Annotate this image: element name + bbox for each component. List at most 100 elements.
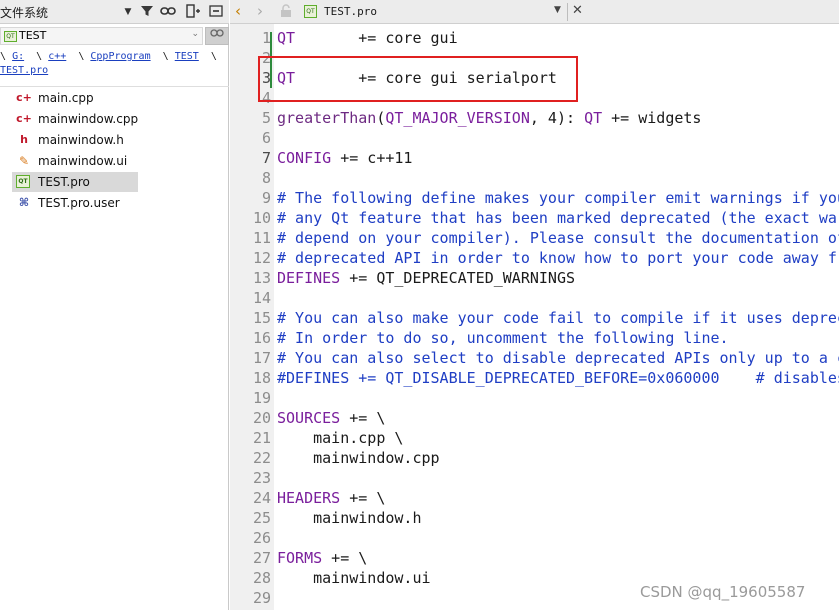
code-line[interactable]: #DEFINES += QT_DISABLE_DEPRECATED_BEFORE… bbox=[277, 369, 839, 387]
code-line[interactable]: SOURCES += \ bbox=[277, 409, 385, 427]
code-text: += \ bbox=[322, 549, 368, 567]
code-text: , 4): bbox=[529, 109, 585, 127]
directory-combo[interactable]: QT TEST ⌄ bbox=[0, 27, 203, 45]
file-system-toolbar: 文件系统 ▼ bbox=[0, 0, 229, 24]
breadcrumb-folder-test[interactable]: TEST bbox=[175, 51, 199, 62]
code-line[interactable]: # any Qt feature that has been marked de… bbox=[277, 209, 839, 227]
breadcrumb-separator: \ bbox=[162, 51, 169, 62]
line-number: 25 bbox=[252, 509, 271, 527]
line-number: 19 bbox=[252, 389, 271, 407]
file-item-label: mainwindow.h bbox=[38, 133, 124, 147]
code-line[interactable]: mainwindow.h bbox=[277, 509, 422, 527]
code-line[interactable]: # In order to do so, uncomment the follo… bbox=[277, 329, 729, 347]
line-number: 10 bbox=[252, 209, 271, 227]
code-text: += QT_DEPRECATED_WARNINGS bbox=[340, 269, 576, 287]
header-file-icon: h bbox=[20, 133, 28, 146]
code-line[interactable]: FORMS += \ bbox=[277, 549, 367, 567]
code-line[interactable]: # You can also select to disable depreca… bbox=[277, 349, 839, 367]
file-item-test-pro[interactable]: QT TEST.pro bbox=[12, 172, 138, 192]
line-number: 12 bbox=[252, 249, 271, 267]
editor-toolbar: ‹ › QT TEST.pro ▼ ✕ bbox=[230, 0, 839, 24]
breadcrumb-folder-cppprogram[interactable]: CppProgram bbox=[90, 51, 150, 62]
code-line[interactable]: # The following define makes your compil… bbox=[277, 189, 839, 207]
file-item-mainwindow-cpp[interactable]: c+ mainwindow.cpp bbox=[12, 109, 138, 129]
code-text: mainwindow.h bbox=[277, 509, 422, 527]
line-number: 11 bbox=[252, 229, 271, 247]
user-file-icon: ⌘ bbox=[18, 196, 30, 209]
line-number: 15 bbox=[252, 309, 271, 327]
line-number: 7 bbox=[261, 149, 271, 167]
panel-dropdown-icon[interactable]: ▼ bbox=[120, 4, 136, 20]
code-line[interactable]: mainwindow.ui bbox=[277, 569, 431, 587]
line-number: 20 bbox=[252, 409, 271, 427]
line-number: 17 bbox=[252, 349, 271, 367]
code-text: mainwindow.cpp bbox=[277, 449, 440, 467]
forward-arrow-icon[interactable]: › bbox=[257, 2, 273, 20]
code-text: += \ bbox=[340, 489, 386, 507]
breadcrumb-folder-cpp[interactable]: c++ bbox=[48, 51, 66, 62]
qt-project-file-icon: QT bbox=[304, 5, 317, 18]
breadcrumb-separator: \ bbox=[78, 51, 85, 62]
line-number: 26 bbox=[252, 529, 271, 547]
file-item-test-pro-user[interactable]: ⌘ TEST.pro.user bbox=[12, 193, 138, 213]
code-line[interactable]: QT += core gui bbox=[277, 29, 458, 47]
code-token: QT bbox=[584, 109, 603, 127]
code-area[interactable]: QT += core gui QT += core gui serialport g… bbox=[274, 24, 839, 610]
filter-icon[interactable] bbox=[139, 4, 155, 20]
code-text: += \ bbox=[340, 409, 386, 427]
code-token: CONFIG bbox=[277, 149, 332, 167]
file-item-label: TEST.pro bbox=[38, 175, 90, 189]
file-item-main-cpp[interactable]: c+ main.cpp bbox=[12, 88, 138, 108]
line-number: 9 bbox=[261, 189, 271, 207]
breadcrumb-drive[interactable]: G: bbox=[12, 51, 24, 62]
back-arrow-icon[interactable]: ‹ bbox=[235, 2, 251, 20]
file-item-mainwindow-h[interactable]: h mainwindow.h bbox=[12, 130, 138, 150]
panel-title: 文件系统 bbox=[0, 6, 49, 20]
link-icon[interactable] bbox=[160, 4, 176, 20]
line-number: 18 bbox=[252, 369, 271, 387]
breadcrumb-file[interactable]: TEST.pro bbox=[0, 65, 48, 76]
code-comment: # The following define makes your compil… bbox=[277, 189, 839, 207]
code-line[interactable]: # depend on your compiler). Please consu… bbox=[277, 229, 839, 247]
close-panel-icon[interactable] bbox=[208, 4, 224, 20]
line-number: 14 bbox=[252, 289, 271, 307]
chevron-down-icon[interactable]: ▼ bbox=[554, 5, 561, 15]
code-line[interactable]: CONFIG += c++11 bbox=[277, 149, 412, 167]
file-item-label: main.cpp bbox=[38, 91, 94, 105]
cpp-file-icon: c+ bbox=[16, 112, 32, 125]
code-line[interactable]: main.cpp \ bbox=[277, 429, 403, 447]
code-text: mainwindow.ui bbox=[277, 569, 431, 587]
ui-file-icon: ✎ bbox=[18, 154, 30, 168]
breadcrumb-separator: \ bbox=[210, 51, 217, 62]
tab-document[interactable]: QT TEST.pro ▼ ✕ bbox=[296, 0, 583, 24]
line-number: 28 bbox=[252, 569, 271, 587]
code-token: DEFINES bbox=[277, 269, 341, 287]
code-comment: # deprecated API in order to know how to… bbox=[277, 249, 839, 267]
divider bbox=[567, 3, 568, 21]
code-line[interactable]: # You can also make your code fail to co… bbox=[277, 309, 839, 327]
code-text: main.cpp \ bbox=[277, 429, 404, 447]
line-number: 22 bbox=[252, 449, 271, 467]
line-number-gutter: 1 2 3 4 5 6 7 8 9 10 11 12 13 14 15 16 17 18 19 20 21 22 23 24 2… bbox=[230, 24, 274, 610]
line-number: 24 bbox=[252, 489, 271, 507]
code-token: QT_MAJOR_VERSION bbox=[385, 109, 530, 127]
code-token: SOURCES bbox=[277, 409, 341, 427]
file-item-label: TEST.pro.user bbox=[38, 196, 120, 210]
code-text: += widgets bbox=[602, 109, 702, 127]
code-line[interactable]: DEFINES += QT_DEPRECATED_WARNINGS bbox=[277, 269, 575, 287]
code-comment: # any Qt feature that has been marked de… bbox=[277, 209, 839, 227]
code-text: += c++11 bbox=[331, 149, 413, 167]
close-icon[interactable]: ✕ bbox=[572, 3, 583, 18]
code-line[interactable]: # deprecated API in order to know how to… bbox=[277, 249, 839, 267]
code-line[interactable]: greaterThan(QT_MAJOR_VERSION, 4): QT += … bbox=[277, 109, 701, 127]
sync-button[interactable] bbox=[205, 27, 229, 45]
code-token: QT bbox=[277, 29, 296, 47]
line-number: 5 bbox=[261, 109, 271, 127]
code-token: greaterThan bbox=[277, 109, 377, 127]
qt-project-file-icon: QT bbox=[16, 175, 30, 188]
code-line[interactable]: mainwindow.cpp bbox=[277, 449, 440, 467]
qt-project-icon: QT bbox=[4, 31, 17, 42]
code-line[interactable]: HEADERS += \ bbox=[277, 489, 385, 507]
file-item-mainwindow-ui[interactable]: ✎ mainwindow.ui bbox=[12, 151, 138, 171]
split-icon[interactable] bbox=[185, 4, 201, 20]
